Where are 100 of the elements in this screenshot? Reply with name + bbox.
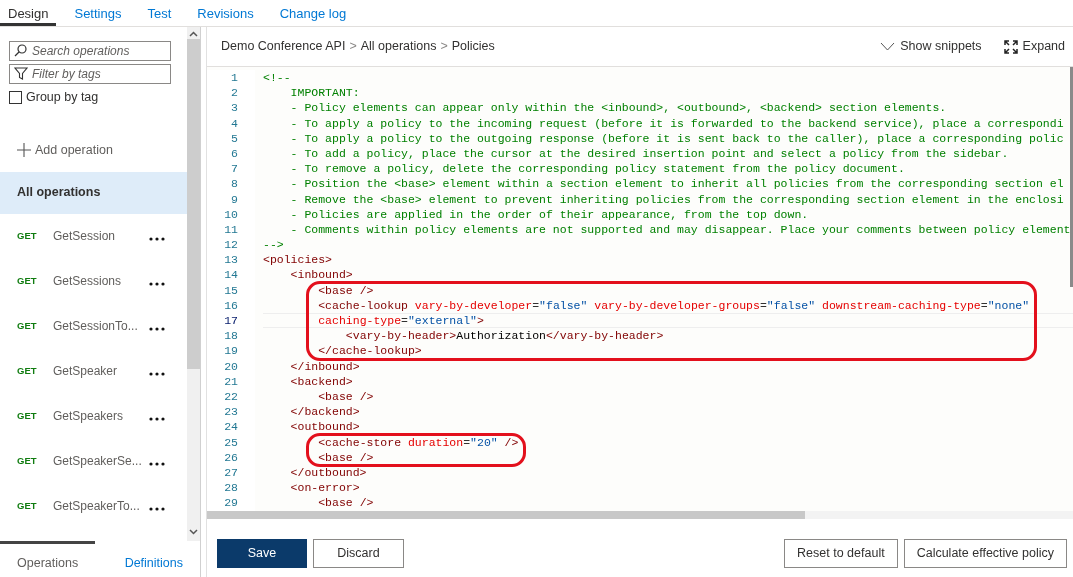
more-icon[interactable] xyxy=(149,507,165,511)
tab[interactable]: Definitions xyxy=(107,541,200,577)
code-token: <on-error> xyxy=(290,481,360,495)
code-comment: --> xyxy=(263,238,284,252)
action-button[interactable]: Reset to default xyxy=(784,539,898,568)
checkbox[interactable] xyxy=(9,90,22,104)
expand-icon xyxy=(1003,39,1018,54)
line-number: 4 xyxy=(230,115,238,131)
http-method: GET xyxy=(17,408,38,423)
code-token: "none" xyxy=(987,298,1030,312)
code-comment: - Comments within policy elements are not supported and may disappear. Place your comments between policy element xyxy=(290,222,1071,236)
more-icon[interactable] xyxy=(149,372,165,376)
action-button[interactable]: Calculate effective policy xyxy=(903,539,1067,568)
search-icon xyxy=(14,44,27,57)
line-number: 25 xyxy=(223,434,238,450)
code-token: = xyxy=(532,298,540,312)
code-token: <base /> xyxy=(318,496,374,510)
expand-button[interactable]: Expand xyxy=(1003,37,1065,56)
code-comment: - To add a policy, place the cursor at the desired insertion point and select a policy from the sidebar. xyxy=(290,146,1009,160)
operation-item[interactable]: GET GetSessions xyxy=(0,258,187,304)
operation-item[interactable]: GET GetSpeaker xyxy=(0,348,187,394)
line-number: 19 xyxy=(223,343,238,359)
breadcrumb-link[interactable]: All operations xyxy=(360,37,437,56)
checkbox-label: Group by tag xyxy=(26,89,99,106)
scrollbar-thumb[interactable] xyxy=(1070,67,1073,287)
code-comment: - Remove the <base> element to prevent inheriting policies from the corresponding section element in the enclosi xyxy=(290,192,1064,206)
line-number: 27 xyxy=(223,464,238,481)
line-number: 3 xyxy=(230,100,238,116)
breadcrumb-link[interactable]: Demo Conference API xyxy=(221,37,346,56)
more-icon[interactable] xyxy=(149,417,165,421)
line-number: 18 xyxy=(223,328,238,344)
line-number: 28 xyxy=(223,480,238,496)
tab[interactable]: Test xyxy=(139,0,180,26)
tab[interactable]: Operations xyxy=(0,541,96,577)
operation-item[interactable]: GET GetSpeakerSe... xyxy=(0,438,187,484)
http-method: GET xyxy=(17,453,38,468)
operation-item[interactable]: GET GetSession xyxy=(0,213,187,259)
code-token: <inbound> xyxy=(290,268,353,282)
add-operation-button[interactable]: Add operation xyxy=(17,140,113,160)
breadcrumb-separator: > xyxy=(349,38,357,56)
search-field[interactable]: Search operations xyxy=(9,41,171,61)
code-token: Authorization xyxy=(456,329,546,343)
code-token: <policies> xyxy=(263,253,332,267)
code-token: "false" xyxy=(766,298,816,312)
code-token: "external" xyxy=(407,314,477,327)
operation-item[interactable]: GET GetSessionTo... xyxy=(0,303,187,349)
scrollbar-thumb[interactable] xyxy=(207,511,805,519)
scroll-down-icon[interactable] xyxy=(189,529,198,535)
http-method: GET xyxy=(17,273,38,288)
line-number: 5 xyxy=(230,130,238,146)
tab[interactable]: Change log xyxy=(271,0,355,26)
more-icon[interactable] xyxy=(149,327,165,331)
scrollbar-thumb[interactable] xyxy=(187,39,200,369)
line-number: 12 xyxy=(223,237,238,253)
filter-icon xyxy=(14,67,28,80)
filter-field[interactable]: Filter by tags xyxy=(9,64,171,84)
code-token: <base /> xyxy=(318,450,374,464)
code-token: <cache-store xyxy=(318,435,402,449)
save-button[interactable]: Save xyxy=(217,539,307,568)
code-token: downstream-caching-type xyxy=(821,298,981,312)
code-comment: - To apply a policy to the outgoing response (before it is sent back to the caller), place a corresponding polic xyxy=(290,131,1064,145)
action-button[interactable]: Discard xyxy=(313,539,404,568)
tab[interactable]: Settings xyxy=(66,0,130,26)
breadcrumb-separator: > xyxy=(440,38,448,56)
code-token: </vary-by-header> xyxy=(545,329,664,343)
code-editor[interactable] xyxy=(207,67,1073,519)
line-number: 20 xyxy=(223,358,238,374)
http-method: GET xyxy=(17,228,38,243)
line-number: 21 xyxy=(223,373,238,389)
code-comment: - To remove a policy, delete the corresponding policy statement from the policy document. xyxy=(290,162,905,176)
more-icon[interactable] xyxy=(149,237,165,241)
code-token: duration xyxy=(406,435,464,449)
scroll-up-icon[interactable] xyxy=(189,31,198,37)
tab[interactable]: Design xyxy=(0,0,57,26)
code-token: <cache-lookup xyxy=(318,298,408,312)
snippets-button[interactable]: Show snippets xyxy=(880,37,982,56)
code-comment: - Position the <base> element within a section element to inherit all policies from the corresponding section el xyxy=(290,177,1064,191)
operation-name: GetSpeakerTo... xyxy=(53,498,141,515)
operation-item[interactable]: GET GetSpeakerTo... xyxy=(0,483,187,529)
code-token: caching-type xyxy=(318,314,402,327)
line-number: 23 xyxy=(223,404,238,420)
code-comment: - Policies are applied in the order of their appearance, from the top down. xyxy=(290,207,809,221)
more-icon[interactable] xyxy=(149,462,165,466)
plus-icon xyxy=(17,143,31,158)
more-icon[interactable] xyxy=(149,282,165,286)
line-number: 26 xyxy=(223,449,238,465)
code-token: vary-by-developer xyxy=(413,298,533,312)
operation-item[interactable]: All operations xyxy=(0,171,187,214)
code-comment: <!-- xyxy=(263,71,291,84)
http-method: GET xyxy=(17,363,38,378)
line-number: 17 xyxy=(223,313,238,329)
line-number: 11 xyxy=(223,221,238,238)
line-number: 15 xyxy=(223,282,238,298)
tab[interactable]: Revisions xyxy=(189,0,262,26)
code-token: > xyxy=(476,314,484,327)
code-token: <vary-by-header> xyxy=(345,329,457,343)
code-token: <outbound> xyxy=(290,420,360,434)
operation-item[interactable]: GET GetSpeakers xyxy=(0,393,187,439)
code-token: </backend> xyxy=(290,405,360,419)
operation-name: GetSessions xyxy=(53,273,123,290)
